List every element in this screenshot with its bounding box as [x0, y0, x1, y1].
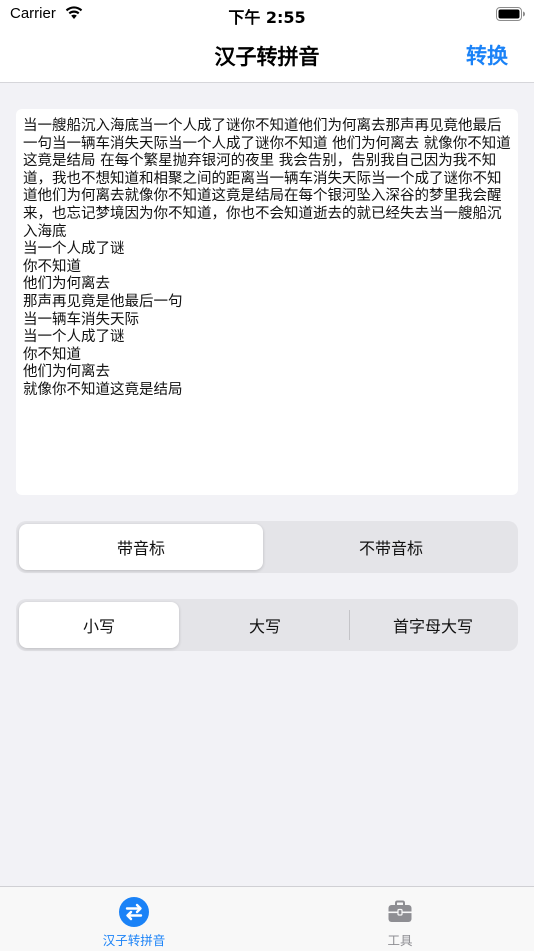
segment-lowercase[interactable]: 小写 — [19, 602, 179, 648]
toolbox-icon — [385, 897, 415, 927]
case-segmented-control: 小写 大写 首字母大写 — [16, 599, 518, 651]
segment-divider — [349, 610, 350, 640]
segment-without-tone[interactable]: 不带音标 — [267, 524, 515, 570]
swap-arrows-icon — [119, 897, 149, 927]
tab-pinyin[interactable]: 汉子转拼音 — [34, 887, 234, 951]
status-bar: Carrier 下午 2:55 — [0, 0, 534, 28]
tab-tools-label: 工具 — [387, 933, 413, 948]
segment-capitalize[interactable]: 首字母大写 — [351, 602, 515, 648]
segment-uppercase[interactable]: 大写 — [183, 602, 347, 648]
tone-segmented-control: 带音标 不带音标 — [16, 521, 518, 573]
page-title: 汉子转拼音 — [214, 45, 320, 69]
tab-pinyin-label: 汉子转拼音 — [102, 933, 166, 948]
chinese-text-input[interactable]: 当一艘船沉入海底当一个人成了谜你不知道他们为何离去那声再见竟他最后一句当一辆车消… — [16, 109, 518, 495]
tab-bar: 汉子转拼音 工具 — [0, 886, 534, 951]
battery-icon — [496, 6, 526, 25]
tab-tools[interactable]: 工具 — [300, 887, 500, 951]
convert-button[interactable]: 转换 — [466, 40, 508, 70]
status-time: 下午 2:55 — [228, 8, 306, 27]
segment-with-tone[interactable]: 带音标 — [19, 524, 263, 570]
navigation-bar: 汉子转拼音 转换 — [0, 28, 534, 83]
